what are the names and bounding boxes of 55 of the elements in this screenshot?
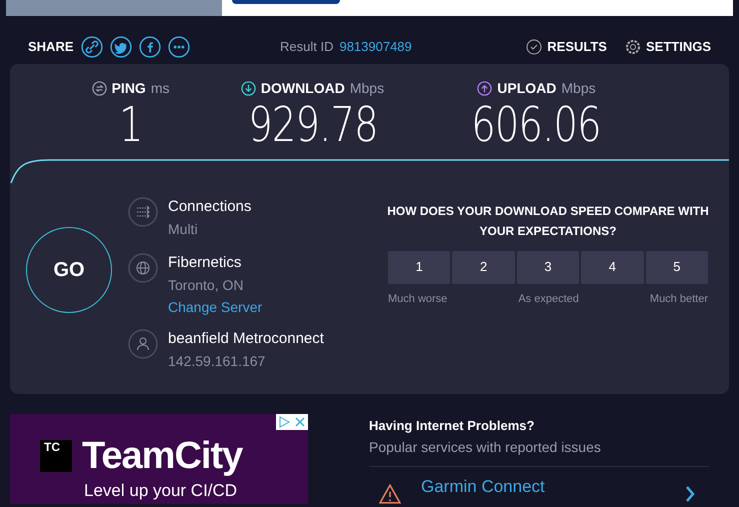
metric-label: PING [112, 78, 146, 98]
info-subtitle: Multi [168, 220, 199, 238]
logo-mark: TC [40, 440, 72, 472]
problems-subtitle: Popular services with reported issues [369, 438, 602, 457]
banner-ad[interactable] [6, 0, 733, 16]
info-subtitle: 142.59.161.167 [168, 352, 266, 370]
rating-option[interactable]: 5 [646, 250, 708, 284]
result-id-label: Result ID [280, 38, 334, 56]
download-icon [240, 80, 256, 96]
ad-tagline: Level up your CI/CD [84, 480, 238, 502]
problems-title: Having Internet Problems? [369, 416, 536, 435]
scale-label: Much worse [388, 292, 448, 306]
info-title: Connections [168, 196, 252, 216]
metric-unit: Mbps [350, 78, 384, 98]
check-icon [526, 38, 542, 55]
link-icon[interactable] [80, 36, 103, 58]
service-row[interactable]: Garmin Connect [369, 467, 709, 507]
survey-question: HOW DOES YOUR DOWNLOAD SPEED COMPARE WITH YOUR EXPECTATIONS? [386, 202, 710, 240]
metric-label: UPLOAD [497, 78, 556, 98]
scale-label: Much better [650, 292, 708, 306]
rating-option[interactable]: 4 [581, 250, 644, 284]
metric-value: 929.78 [248, 98, 378, 150]
globe-icon [128, 252, 158, 282]
person-icon [128, 328, 158, 358]
change-server-link[interactable]: Change Server [168, 296, 262, 316]
bird-icon[interactable] [110, 36, 132, 58]
upload-icon [477, 80, 492, 96]
settings-button[interactable]: SETTINGS [624, 37, 711, 56]
metric-value: 606.06 [472, 98, 602, 150]
facebook-icon[interactable] [138, 36, 161, 58]
results-button[interactable]: RESULTS [526, 37, 607, 56]
more-icon[interactable] [168, 36, 190, 58]
info-subtitle: Toronto, ON [168, 276, 244, 294]
ad-banner[interactable]: TC TeamCity Level up your CI/CD [10, 414, 308, 504]
rating-option[interactable]: 2 [452, 250, 515, 284]
rating-option[interactable]: 1 [388, 250, 450, 284]
go-button[interactable]: GO [26, 226, 112, 312]
metric-value: 1 [118, 98, 142, 150]
metric-unit: Mbps [561, 78, 596, 98]
result-id-link[interactable]: 9813907489 [339, 37, 412, 56]
rating-option[interactable]: 3 [516, 250, 580, 284]
settings-icon [624, 38, 641, 55]
share-label: SHARE [28, 38, 74, 56]
info-title: beanfield Metroconnect [168, 328, 324, 348]
scale-label: As expected [518, 292, 579, 306]
ping-icon [92, 80, 107, 96]
metric-label: DOWNLOAD [260, 78, 345, 98]
arrows-icon [128, 196, 158, 226]
service-name: Garmin Connect [421, 476, 546, 498]
metric-unit: ms [150, 78, 170, 98]
warning-icon [379, 484, 401, 504]
chevron-icon [685, 485, 695, 503]
ad-choices-icon[interactable] [276, 414, 308, 430]
info-title: Fibernetics [168, 252, 242, 272]
ad-brand: TeamCity [82, 436, 242, 476]
